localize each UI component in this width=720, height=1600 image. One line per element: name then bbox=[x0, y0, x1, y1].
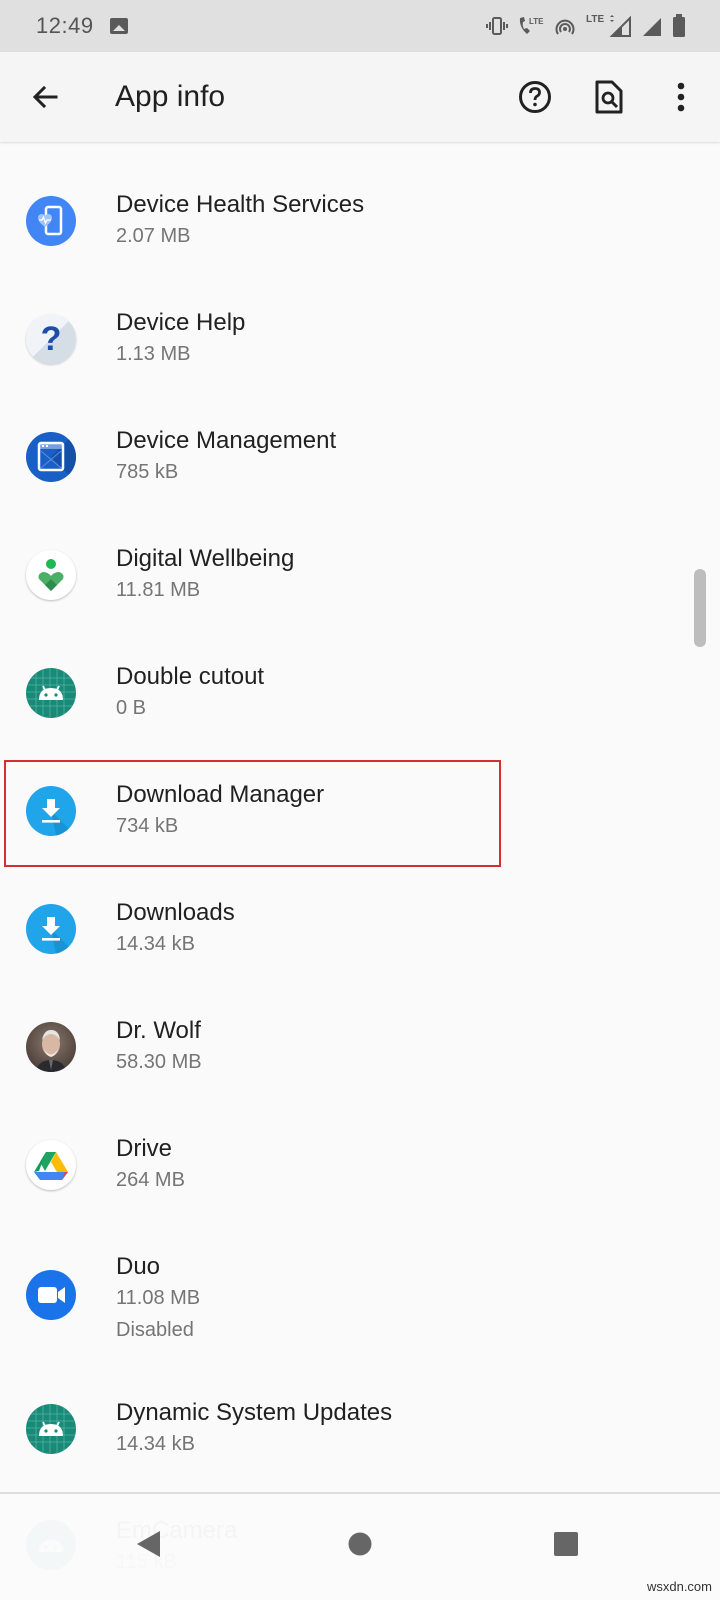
search-doc-button[interactable] bbox=[584, 72, 634, 122]
list-item[interactable]: Drive 264 MB bbox=[0, 1104, 690, 1222]
hotspot-icon bbox=[554, 14, 576, 38]
list-item[interactable]: ? Device Help 1.13 MB bbox=[0, 278, 690, 396]
download-icon bbox=[26, 786, 76, 836]
wellbeing-icon bbox=[26, 550, 76, 600]
app-name: Dr. Wolf bbox=[116, 1017, 201, 1044]
square-recents-icon bbox=[554, 1532, 578, 1556]
app-name: Double cutout bbox=[116, 663, 265, 690]
app-size: 1.13 MB bbox=[116, 343, 191, 365]
app-size: 264 MB bbox=[116, 1169, 185, 1191]
list-item[interactable]: Double cutout 0 B bbox=[0, 632, 690, 750]
more-vert-icon bbox=[677, 82, 685, 112]
app-size: 11.08 MB bbox=[116, 1287, 201, 1309]
lte-data-icon: LTE bbox=[586, 14, 632, 38]
device-health-icon bbox=[26, 196, 76, 246]
home-nav-button[interactable] bbox=[330, 1514, 390, 1574]
list-item[interactable]: Device Health Services 2.07 MB bbox=[0, 160, 690, 278]
app-info-screen: 12:49 LTE LTE App info Device Health Ser… bbox=[0, 0, 720, 1600]
app-size: 2.07 MB bbox=[116, 225, 191, 247]
app-size: 14.34 kB bbox=[116, 933, 195, 955]
app-name: Drive bbox=[116, 1135, 173, 1162]
google-drive-icon bbox=[26, 1140, 76, 1190]
device-management-icon bbox=[26, 432, 76, 482]
more-options-button[interactable] bbox=[664, 72, 698, 122]
gallery-icon bbox=[109, 18, 128, 34]
status-bar: 12:49 LTE LTE bbox=[0, 0, 720, 52]
dr-wolf-avatar-icon bbox=[26, 1022, 76, 1072]
app-name: Digital Wellbeing bbox=[116, 545, 295, 572]
page-title: App info bbox=[115, 80, 226, 113]
back-nav-button[interactable] bbox=[118, 1514, 178, 1574]
recents-nav-button[interactable] bbox=[536, 1514, 596, 1574]
android-icon bbox=[26, 668, 76, 718]
list-item[interactable]: Downloads 14.34 kB bbox=[0, 868, 690, 986]
app-name: Dynamic System Updates bbox=[116, 1399, 393, 1426]
scrollbar-thumb[interactable] bbox=[694, 569, 706, 647]
status-time: 12:49 bbox=[36, 13, 94, 38]
app-size: 785 kB bbox=[116, 461, 179, 483]
list-item[interactable]: Duo 11.08 MB Disabled bbox=[0, 1222, 690, 1372]
app-name: Download Manager bbox=[116, 781, 325, 808]
question-icon: ? bbox=[26, 314, 76, 364]
android-icon bbox=[26, 1404, 76, 1454]
download-icon bbox=[26, 904, 76, 954]
navigation-bar bbox=[0, 1492, 720, 1600]
app-size: 11.81 MB bbox=[116, 579, 201, 601]
list-item[interactable]: Digital Wellbeing 11.81 MB bbox=[0, 514, 690, 632]
list-item-download-manager[interactable]: Download Manager 734 kB bbox=[0, 750, 690, 868]
volte-call-icon: LTE bbox=[518, 14, 544, 38]
help-button[interactable] bbox=[510, 72, 560, 122]
vibrate-icon bbox=[486, 14, 508, 38]
battery-icon bbox=[672, 14, 686, 38]
arrow-back-icon bbox=[32, 85, 58, 109]
back-button[interactable] bbox=[20, 72, 70, 122]
system-status-icons: LTE LTE bbox=[486, 14, 686, 38]
app-size: 0 B bbox=[116, 697, 147, 719]
app-size: 58.30 MB bbox=[116, 1051, 202, 1073]
help-circle-icon bbox=[519, 81, 551, 113]
svg-text:LTE: LTE bbox=[529, 17, 544, 26]
app-bar-actions bbox=[486, 72, 698, 122]
app-bar: App info bbox=[0, 52, 720, 142]
signal-icon bbox=[642, 14, 662, 38]
app-name: Duo bbox=[116, 1253, 161, 1280]
list-item[interactable]: Device Management 785 kB bbox=[0, 396, 690, 514]
app-size: 734 kB bbox=[116, 815, 179, 837]
app-name: Device Health Services bbox=[116, 191, 365, 218]
document-search-icon bbox=[595, 80, 623, 114]
app-name: Device Management bbox=[116, 427, 337, 454]
watermark: wsxdn.com bbox=[646, 1579, 712, 1594]
triangle-back-icon bbox=[137, 1531, 160, 1557]
app-name: Downloads bbox=[116, 899, 235, 926]
app-size: 14.34 kB bbox=[116, 1433, 195, 1455]
app-status-disabled: Disabled bbox=[116, 1319, 194, 1341]
list-item[interactable]: Dynamic System Updates 14.34 kB bbox=[0, 1372, 690, 1490]
circle-home-icon bbox=[348, 1532, 372, 1556]
list-item[interactable]: Dr. Wolf 58.30 MB bbox=[0, 986, 690, 1104]
app-name: Device Help bbox=[116, 309, 246, 336]
duo-video-icon bbox=[26, 1270, 76, 1320]
